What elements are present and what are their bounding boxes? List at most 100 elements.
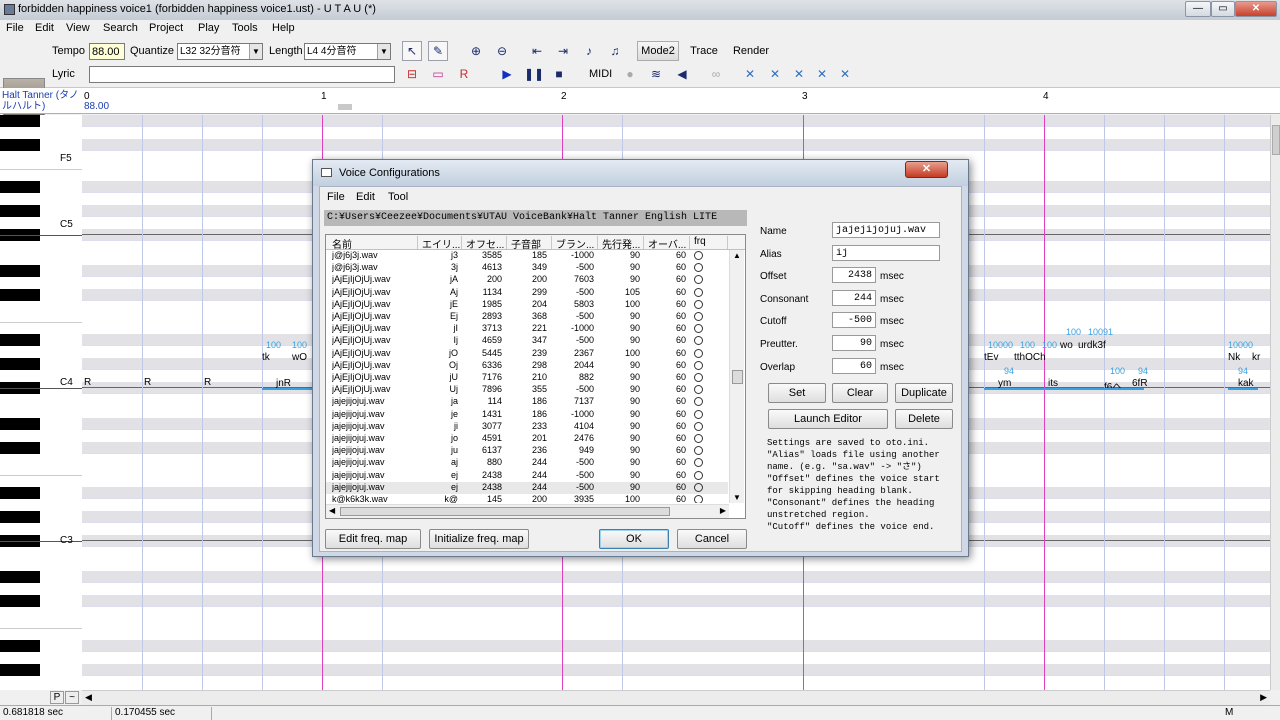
rest-note[interactable]: R bbox=[204, 377, 211, 388]
render-button[interactable]: Render bbox=[729, 41, 773, 61]
list-item[interactable]: jAjEjIjOjUj.wav Oj 6336 298 2044 90 60 bbox=[326, 360, 728, 372]
horizontal-scrollbar[interactable]: ◀ ▶ bbox=[82, 690, 1270, 705]
list-item[interactable]: jAjEjIjOjUj.wav Uj 7896 355 -500 90 60 bbox=[326, 384, 728, 396]
note-right-icon[interactable]: ♫ bbox=[605, 41, 625, 61]
plugin-vib-icon[interactable]: ✕ bbox=[789, 64, 809, 84]
dialog-menu-file[interactable]: File bbox=[327, 191, 345, 203]
dialog-menu-edit[interactable]: Edit bbox=[356, 191, 375, 203]
stop-icon[interactable]: ■ bbox=[549, 64, 569, 84]
loop-icon[interactable]: ≋ bbox=[646, 64, 666, 84]
list-item[interactable]: jAjEjIjOjUj.wav Ej 2893 368 -500 90 60 bbox=[326, 311, 728, 323]
list-item[interactable]: jajejijojuj.wav ji 3077 233 4104 90 60 bbox=[326, 421, 728, 433]
menu-tools[interactable]: Tools bbox=[232, 22, 258, 34]
playback-marker[interactable] bbox=[338, 104, 352, 110]
consonant-field[interactable] bbox=[832, 290, 876, 306]
rest-note[interactable]: R bbox=[84, 377, 91, 388]
chevron-up-icon[interactable]: ▲ bbox=[733, 251, 741, 260]
note-lyric[interactable]: urdk3f bbox=[1078, 340, 1106, 352]
length-select[interactable]: L4 4分音符 ▼ bbox=[304, 43, 391, 60]
black-key[interactable] bbox=[0, 442, 40, 454]
maximize-button[interactable]: ▭ bbox=[1211, 1, 1235, 17]
col-header-cutoff[interactable]: ブラン... bbox=[552, 236, 598, 251]
dialog-menu-tool[interactable]: Tool bbox=[388, 191, 408, 203]
minimize-button[interactable]: — bbox=[1185, 1, 1211, 17]
black-key[interactable] bbox=[0, 289, 40, 301]
alias-field[interactable] bbox=[832, 245, 940, 261]
list-item[interactable]: jajejijojuj.wav ej 2438 244 -500 90 60 bbox=[326, 470, 728, 482]
black-key[interactable] bbox=[0, 205, 40, 217]
rest-note[interactable]: R bbox=[144, 377, 151, 388]
speaker-icon[interactable]: ◀ bbox=[672, 64, 692, 84]
clear-button[interactable]: Clear bbox=[832, 383, 888, 403]
col-header-frq[interactable]: frq bbox=[690, 236, 728, 249]
list-item[interactable]: k@k6k3k.wav k@ 145 200 3935 100 60 bbox=[326, 494, 728, 503]
col-header-name[interactable]: 名前 bbox=[326, 236, 418, 251]
note-lyric[interactable]: wO bbox=[292, 352, 307, 364]
black-key[interactable] bbox=[0, 115, 40, 127]
list-item[interactable]: jajejijojuj.wav ej 2438 244 -500 90 60 bbox=[326, 481, 728, 494]
black-key[interactable] bbox=[0, 595, 40, 607]
lyric-input[interactable] bbox=[89, 66, 395, 83]
offset-field[interactable] bbox=[832, 267, 876, 283]
plugin-reset-icon[interactable]: ✕ bbox=[835, 64, 855, 84]
cutoff-field[interactable] bbox=[832, 312, 876, 328]
tool-tilde-button[interactable]: ~ bbox=[65, 691, 79, 704]
chevron-right-icon[interactable]: ▶ bbox=[720, 506, 726, 515]
scroll-thumb[interactable] bbox=[1272, 125, 1280, 155]
launch-editor-button[interactable]: Launch Editor bbox=[768, 409, 888, 429]
dialog-close-button[interactable]: ✕ bbox=[905, 161, 948, 178]
name-field[interactable] bbox=[832, 222, 940, 238]
list-vertical-scrollbar[interactable]: ▲ ▼ bbox=[729, 250, 744, 503]
link-icon[interactable]: ∞ bbox=[706, 64, 726, 84]
oto-entry-list[interactable]: 名前 エイリ... オフセ... 子音部 ブラン... 先行発... オーバ..… bbox=[325, 234, 746, 519]
scroll-thumb[interactable] bbox=[340, 507, 670, 516]
edit-freq-map-button[interactable]: Edit freq. map bbox=[325, 529, 421, 549]
dialog-titlebar[interactable]: Voice Configurations ✕ bbox=[313, 160, 968, 186]
scroll-thumb[interactable] bbox=[732, 370, 743, 384]
pointer-tool-icon[interactable]: ↖ bbox=[402, 41, 422, 61]
list-item[interactable]: jajejijojuj.wav ja 114 186 7137 90 60 bbox=[326, 396, 728, 408]
col-header-overlap[interactable]: オーバ... bbox=[644, 236, 690, 251]
menu-edit[interactable]: Edit bbox=[35, 22, 54, 34]
black-key[interactable] bbox=[0, 487, 40, 499]
delete-button[interactable]: Delete bbox=[895, 409, 953, 429]
next-icon[interactable]: ⇥ bbox=[553, 41, 573, 61]
note-lyric[interactable]: tk bbox=[262, 352, 270, 364]
tempo-input[interactable] bbox=[89, 43, 125, 60]
list-item[interactable]: jAjEjIjOjUj.wav jO 5445 239 2367 100 60 bbox=[326, 348, 728, 360]
black-key[interactable] bbox=[0, 139, 40, 151]
col-header-consonant[interactable]: 子音部 bbox=[507, 236, 552, 251]
menu-help[interactable]: Help bbox=[272, 22, 295, 34]
list-item[interactable]: jAjEjIjOjUj.wav jI 3713 221 -1000 90 60 bbox=[326, 323, 728, 335]
tool-p-button[interactable]: P bbox=[50, 691, 64, 704]
list-item[interactable]: jAjEjIjOjUj.wav jE 1985 204 5803 100 60 bbox=[326, 299, 728, 311]
rest-icon[interactable]: R bbox=[454, 64, 474, 84]
delete-note-icon[interactable]: ▭ bbox=[428, 64, 448, 84]
chevron-right-icon[interactable]: ▶ bbox=[1260, 692, 1267, 703]
init-freq-map-button[interactable]: Initialize freq. map bbox=[429, 529, 529, 549]
note-lyric[interactable]: wo bbox=[1060, 340, 1073, 352]
cancel-button[interactable]: Cancel bbox=[677, 529, 747, 549]
chevron-left-icon[interactable]: ◀ bbox=[329, 506, 335, 515]
note-lyric[interactable]: Nk bbox=[1228, 352, 1240, 364]
preutter-field[interactable] bbox=[832, 335, 876, 351]
plugin-pbs-icon[interactable]: ✕ bbox=[765, 64, 785, 84]
menu-search[interactable]: Search bbox=[103, 22, 138, 34]
trace-button[interactable]: Trace bbox=[684, 41, 724, 61]
black-key[interactable] bbox=[0, 181, 40, 193]
ok-button[interactable]: OK bbox=[599, 529, 669, 549]
vertical-scrollbar[interactable] bbox=[1270, 115, 1280, 690]
col-header-preutter[interactable]: 先行発... bbox=[598, 236, 644, 251]
overlap-field[interactable] bbox=[832, 358, 876, 374]
insert-note-icon[interactable]: ⊟ bbox=[402, 64, 422, 84]
black-key[interactable] bbox=[0, 640, 40, 652]
black-key[interactable] bbox=[0, 664, 40, 676]
prev-icon[interactable]: ⇤ bbox=[527, 41, 547, 61]
black-key[interactable] bbox=[0, 265, 40, 277]
note-lyric[interactable]: tthOCh bbox=[1014, 352, 1046, 364]
pause-icon[interactable]: ❚❚ bbox=[523, 64, 544, 84]
set-button[interactable]: Set bbox=[768, 383, 826, 403]
list-item[interactable]: jAjEjIjOjUj.wav Aj 1134 299 -500 105 60 bbox=[326, 287, 728, 299]
note-lyric[interactable]: tEv bbox=[984, 352, 998, 364]
list-item[interactable]: jAjEjIjOjUj.wav jA 200 200 7603 90 60 bbox=[326, 274, 728, 286]
